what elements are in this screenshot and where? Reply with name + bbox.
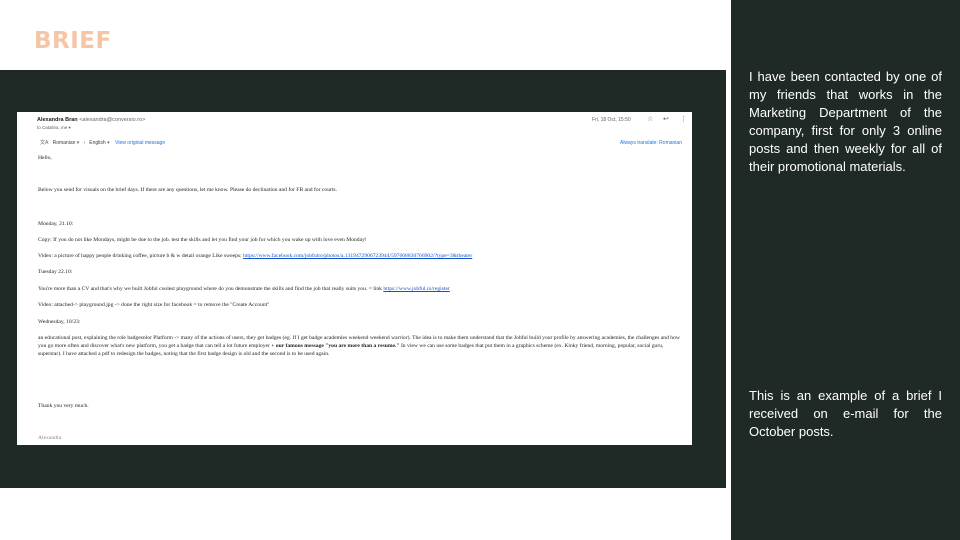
facebook-link[interactable]: https://www.facebook.com/jobfulro/photos…	[243, 253, 472, 259]
greeting: Hello,	[38, 155, 52, 161]
email-screenshot: Alexandra Bran <alexandra@conversio.ro> …	[17, 112, 692, 445]
source-language-select[interactable]: Romanian	[53, 140, 76, 146]
reply-icon[interactable]: ↩	[663, 115, 669, 123]
intro-paragraph: Below you send for visuals on the brief …	[38, 187, 337, 193]
email-date: Fri, 18 Oct, 15:50	[592, 117, 631, 123]
jobful-register-link[interactable]: https://www.jobful.ro/register	[383, 286, 449, 292]
target-language-select[interactable]: English	[89, 140, 105, 146]
slide: BRIEF Alexandra Bran <alexandra@conversi…	[0, 0, 960, 540]
view-original-link[interactable]: View original message	[115, 140, 165, 146]
email-sender: Alexandra Bran <alexandra@conversio.ro>	[37, 117, 145, 123]
right-description-bottom: This is an example of a brief I received…	[749, 388, 942, 439]
sender-name: Alexandra Bran	[37, 117, 78, 123]
tuesday-copy: You're more than a CV and that's why we …	[38, 285, 683, 293]
signature: Alexandra	[38, 435, 62, 441]
monday-copy: Copy: If you do not like Mondays, might …	[38, 237, 367, 243]
always-translate-link[interactable]: Always translate: Romanian	[620, 140, 682, 146]
wednesday-bold: + our famous message "you are more than …	[271, 343, 400, 349]
recipients-text: to Catalina, me	[37, 125, 68, 130]
tuesday-video: Video: attached-> playground.jpg -> done…	[38, 302, 270, 308]
tuesday-copy-text: You're more than a CV and that's why we …	[38, 286, 384, 292]
more-vert-icon[interactable]: ⋮	[680, 115, 687, 123]
star-icon[interactable]: ☆	[647, 115, 653, 123]
slant-decoration	[0, 488, 44, 540]
email-recipients: to Catalina, me ▾	[37, 125, 71, 130]
right-description-top: I have been contacted by one of my frien…	[749, 69, 942, 174]
monday-video: Video: a picture of happy people drinkin…	[38, 252, 683, 260]
sender-address: <alexandra@conversio.ro>	[79, 117, 146, 123]
monday-video-text: Video: a picture of happy people drinkin…	[38, 253, 244, 259]
slide-title: BRIEF	[34, 28, 112, 54]
translate-icon: 文A	[40, 140, 49, 146]
translate-bar: 文A Romanian ▾ › English ▾ View original …	[40, 140, 166, 146]
thanks-line: Thank you very much.	[38, 403, 89, 409]
tuesday-heading: Tuesday 22.10:	[38, 269, 73, 275]
monday-heading: Monday, 21.10:	[38, 221, 74, 227]
wednesday-paragraph: an educational post, explaining the role…	[38, 334, 683, 358]
wednesday-heading: Wednesday, 10/23:	[38, 319, 81, 325]
